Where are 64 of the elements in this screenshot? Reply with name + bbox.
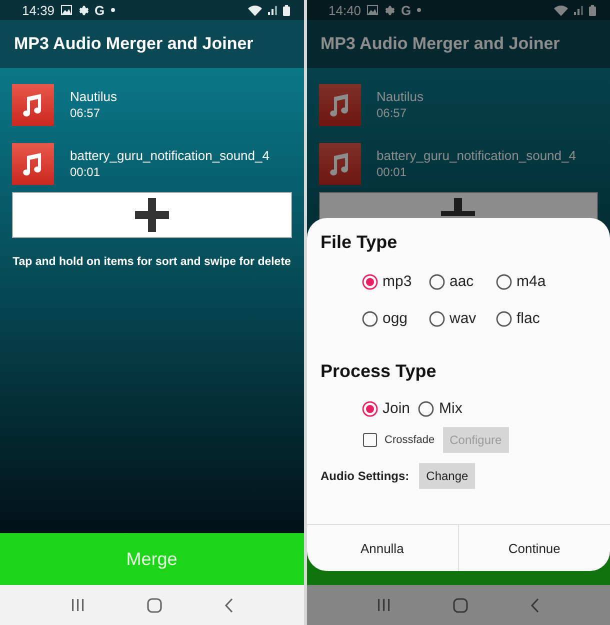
radio-button[interactable]	[362, 400, 378, 416]
radio-button[interactable]	[496, 274, 512, 290]
app-title: MP3 Audio Merger and Joiner	[14, 34, 254, 54]
dot-icon	[110, 8, 115, 12]
radio-button[interactable]	[428, 274, 444, 290]
track-name: battery_guru_notification_sound_4	[70, 148, 270, 163]
settings-icon	[78, 4, 89, 16]
checkbox[interactable]	[362, 433, 376, 447]
change-button[interactable]: Change	[419, 463, 476, 489]
dialog-heading: File Type	[320, 232, 398, 253]
battery-icon	[589, 4, 596, 16]
radio-button[interactable]	[418, 400, 434, 416]
radio-label: m4a	[516, 273, 546, 290]
radio-button[interactable]	[428, 310, 444, 326]
notification-letter: G	[94, 2, 105, 18]
track-duration: 06:57	[70, 106, 102, 120]
track-duration: 00:01	[70, 165, 102, 179]
recent-apps-icon[interactable]	[70, 598, 85, 612]
track-name: battery_guru_notification_sound_4	[376, 148, 576, 163]
music-note-icon	[318, 142, 360, 184]
add-button[interactable]	[12, 192, 292, 238]
radio-button[interactable]	[362, 310, 378, 326]
home-icon[interactable]	[453, 598, 468, 612]
radio-label: wav	[450, 310, 476, 327]
image-icon	[60, 5, 72, 15]
back-icon[interactable]	[224, 598, 233, 612]
image-icon	[367, 5, 378, 15]
home-icon[interactable]	[146, 598, 162, 612]
track-name: Nautilus	[376, 89, 424, 104]
app-title: MP3 Audio Merger and Joiner	[320, 34, 560, 54]
battery-icon	[282, 4, 290, 16]
radio-label: aac	[450, 273, 474, 290]
checkbox-label: Crossfade	[384, 434, 435, 446]
music-note-icon	[318, 84, 360, 126]
back-icon[interactable]	[530, 598, 540, 612]
recent-apps-icon[interactable]	[377, 598, 392, 612]
radio-button[interactable]	[362, 274, 378, 290]
radio-label: Join	[382, 400, 410, 417]
wifi-icon	[248, 4, 262, 16]
dialog-button[interactable]: Annulla	[306, 525, 458, 571]
signal-icon	[268, 5, 276, 15]
track-name: Nautilus	[70, 89, 117, 104]
wifi-icon	[554, 4, 568, 16]
notification-letter: G	[401, 2, 412, 18]
dialog-button[interactable]: Continue	[458, 525, 610, 571]
settings-icon	[384, 4, 396, 16]
dot-icon	[417, 8, 422, 12]
plus-icon	[441, 198, 476, 216]
plus-icon	[134, 198, 169, 232]
audio-settings-label: Audio Settings:	[320, 469, 410, 483]
music-note-icon	[12, 142, 54, 184]
hint-text: Tap and hold on items for sort and swipe for delete	[12, 256, 292, 268]
music-note-icon	[12, 84, 54, 126]
track-duration: 06:57	[376, 106, 408, 120]
radio-label: mp3	[382, 273, 412, 290]
radio-label: ogg	[382, 310, 408, 327]
signal-icon	[574, 5, 583, 15]
radio-label: flac	[516, 310, 540, 327]
status-time: 14:39	[22, 2, 55, 18]
radio-label: Mix	[439, 400, 462, 417]
status-time: 14:40	[328, 2, 362, 18]
radio-button[interactable]	[496, 310, 512, 326]
track-duration: 00:01	[376, 165, 408, 179]
dialog-heading: Process Type	[320, 361, 438, 382]
